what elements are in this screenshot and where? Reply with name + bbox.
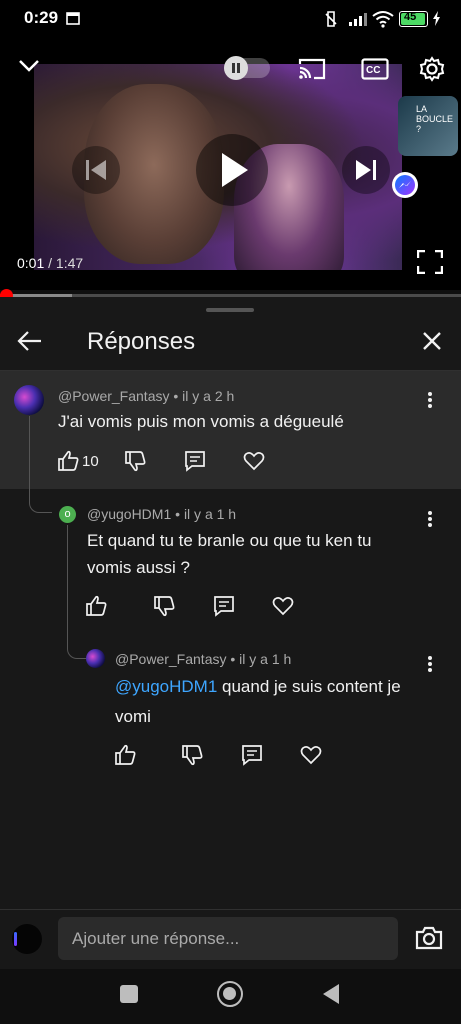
settings-gear-icon[interactable] xyxy=(419,56,445,82)
signal-icon xyxy=(349,13,367,26)
charging-icon xyxy=(433,11,440,26)
cast-icon[interactable] xyxy=(298,58,326,80)
like-count: 10 xyxy=(82,453,99,470)
heart-icon[interactable] xyxy=(300,745,322,765)
messenger-bubble[interactable] xyxy=(392,172,418,198)
calendar-icon xyxy=(66,12,80,25)
comment-time: il y a 1 h xyxy=(239,651,292,667)
avatar[interactable] xyxy=(86,649,105,668)
comment-text: @yugoHDM1 quand je suis content je vomi xyxy=(115,673,435,730)
system-nav-bar xyxy=(0,969,461,1024)
back-nav-icon[interactable] xyxy=(321,983,341,1005)
chevron-down-icon[interactable] xyxy=(18,58,40,74)
autoplay-toggle[interactable] xyxy=(224,56,270,80)
comment-time: il y a 2 h xyxy=(182,388,235,404)
current-time: 0:01 xyxy=(17,255,45,271)
comment-meta: @Power_Fantasy • il y a 1 h xyxy=(115,651,292,667)
status-bar: 0:29 45 xyxy=(0,0,461,38)
more-options-icon[interactable] xyxy=(427,655,433,673)
play-icon xyxy=(222,153,248,187)
dislike-icon[interactable] xyxy=(153,595,175,617)
thread-connector xyxy=(29,416,52,513)
video-player[interactable]: CC LA BOUCLE ? 0:01 / 1:47 xyxy=(0,38,461,290)
comment-meta: @yugoHDM1 • il y a 1 h xyxy=(87,506,237,522)
like-icon[interactable] xyxy=(85,595,107,617)
heart-icon[interactable] xyxy=(243,451,265,471)
messenger-icon xyxy=(395,175,415,195)
mention-link[interactable]: @yugoHDM1 xyxy=(115,677,217,696)
floating-video-thumbnail[interactable]: LA BOUCLE ? xyxy=(398,96,458,156)
battery-icon: 45 xyxy=(399,11,428,27)
previous-button[interactable] xyxy=(72,146,120,194)
status-time: 0:29 xyxy=(24,8,59,27)
like-icon[interactable] xyxy=(57,450,79,472)
comment-text-segment: quand je suis content je xyxy=(217,677,401,696)
comment-author[interactable]: @Power_Fantasy xyxy=(58,388,169,404)
mute-vibrate-icon xyxy=(325,11,337,27)
dislike-icon[interactable] xyxy=(181,744,203,766)
drag-handle[interactable] xyxy=(206,308,254,312)
comment-author[interactable]: @Power_Fantasy xyxy=(115,651,226,667)
close-icon[interactable] xyxy=(422,331,442,351)
play-button[interactable] xyxy=(196,134,268,206)
comment-text: J'ai vomis puis mon vomis a dégueulé xyxy=(58,412,344,431)
comment-text-line: vomis aussi ? xyxy=(87,558,190,577)
skip-previous-icon xyxy=(86,160,106,180)
captions-icon[interactable]: CC xyxy=(361,58,389,80)
reply-icon[interactable] xyxy=(184,450,206,472)
camera-icon[interactable] xyxy=(415,926,443,950)
comment-text-line: Et quand tu te branle ou que tu ken tu xyxy=(87,531,372,550)
reply-input[interactable]: Ajouter une réponse... xyxy=(58,917,398,960)
battery-level: 45 xyxy=(404,11,417,23)
duration: 1:47 xyxy=(55,255,84,271)
reply-icon[interactable] xyxy=(213,595,235,617)
video-time: 0:01 / 1:47 xyxy=(17,255,84,271)
more-options-icon[interactable] xyxy=(427,391,433,409)
svg-text:CC: CC xyxy=(366,65,380,76)
dislike-icon[interactable] xyxy=(124,450,146,472)
wifi-icon xyxy=(372,11,394,28)
home-button[interactable] xyxy=(217,981,243,1007)
user-avatar[interactable] xyxy=(12,924,42,954)
thread-connector xyxy=(67,525,86,659)
fullscreen-icon[interactable] xyxy=(417,250,443,274)
skip-next-icon xyxy=(356,160,376,180)
comment-text: Et quand tu te branle ou que tu ken tu v… xyxy=(87,527,372,581)
heart-icon[interactable] xyxy=(272,596,294,616)
recents-button[interactable] xyxy=(120,985,138,1003)
floating-video-label: LA BOUCLE ? xyxy=(416,104,454,134)
panel-title: Réponses xyxy=(87,328,196,355)
comment-text-line: vomi xyxy=(115,707,151,726)
avatar-letter: o xyxy=(64,508,71,520)
back-arrow-icon[interactable] xyxy=(17,330,43,352)
reply-icon[interactable] xyxy=(241,744,263,766)
avatar[interactable] xyxy=(14,385,44,415)
comment-time: il y a 1 h xyxy=(183,506,237,522)
like-icon[interactable] xyxy=(114,744,136,766)
next-button[interactable] xyxy=(342,146,390,194)
avatar[interactable]: o xyxy=(59,506,76,523)
pause-icon xyxy=(232,63,240,73)
comment-author[interactable]: @yugoHDM1 xyxy=(87,506,171,522)
comment-text-line: @yugoHDM1 quand je suis content je xyxy=(115,673,435,700)
comment-meta: @Power_Fantasy • il y a 2 h xyxy=(58,388,235,404)
more-options-icon[interactable] xyxy=(427,510,433,528)
